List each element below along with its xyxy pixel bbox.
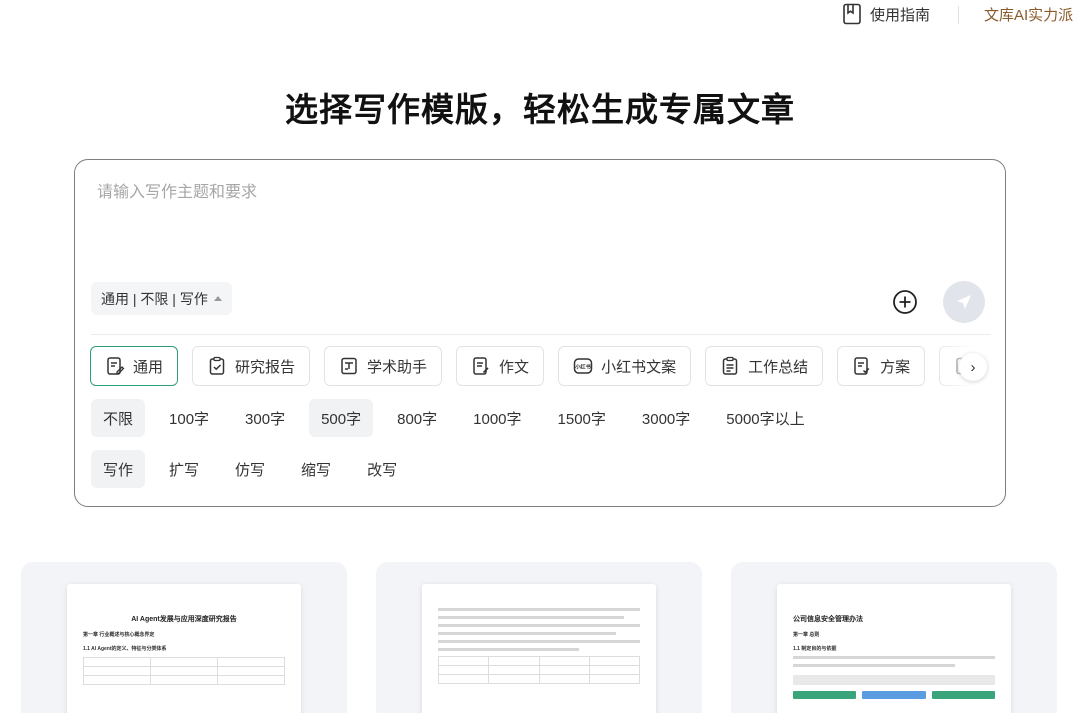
essay-icon [473, 357, 489, 375]
mode-selector[interactable]: 通用 | 不限 | 写作 [91, 282, 232, 315]
doc-section: 1.1 AI Agent的定义、特征与分类体系 [83, 646, 167, 652]
length-option[interactable]: 100字 [157, 399, 221, 437]
template-label: 学术助手 [367, 358, 428, 376]
template-tabs: 通用研究报告学术助手作文小红书小红书文案工作总结方案规章制度 [90, 346, 995, 387]
template-tab[interactable]: 研究报告 [192, 346, 311, 386]
top-bar: 使用指南 文库AI实力派 [0, 0, 1080, 30]
xiaohongshu-icon: 小红书 [573, 358, 593, 374]
length-option[interactable]: 300字 [233, 399, 297, 437]
length-options: 不限 100字 300字 500字 800字 1000字 1500字 3000字 5000字以上 [91, 399, 817, 437]
guide-link[interactable]: 使用指南 [842, 3, 930, 25]
page-title: 选择写作模版，轻松生成专属文章 [285, 91, 795, 128]
action-options: 写作 扩写 仿写 缩写 改写 [91, 450, 409, 488]
academic-icon [341, 357, 357, 375]
template-label: 作文 [499, 358, 530, 376]
clipboard-check-icon [209, 356, 225, 375]
doc-table [437, 656, 641, 684]
doc-preview: 公司信息安全管理办法 第一章 总则 1.1 制定目的与依据 [777, 584, 1011, 713]
book-icon [843, 3, 861, 25]
divider [91, 334, 991, 335]
plan-icon [854, 357, 870, 375]
doc-section: 1.1 制定目的与依据 [793, 646, 837, 652]
send-button[interactable] [943, 281, 985, 323]
doc-diagram-header [793, 675, 995, 685]
template-tab[interactable]: 通用 [90, 346, 179, 386]
template-tab[interactable]: 小红书 小红书文案 [558, 346, 692, 386]
doc-chapter: 第一章 行业概述与核心概念界定 [83, 632, 155, 638]
mode-summary: 通用 | 不限 | 写作 [101, 290, 208, 307]
action-option[interactable]: 扩写 [157, 450, 211, 488]
example-card-policy[interactable]: 公司信息安全管理办法 第一章 总则 1.1 制定目的与依据 [731, 562, 1057, 713]
length-option[interactable]: 800字 [385, 399, 449, 437]
doc-preview [422, 584, 656, 713]
template-tab[interactable]: 作文 [456, 346, 545, 386]
doc-title: 公司信息安全管理办法 [793, 616, 863, 623]
caret-up-icon [213, 295, 222, 301]
scroll-right-button[interactable]: › [959, 353, 987, 381]
doc-diagram [793, 691, 995, 699]
send-icon [957, 295, 971, 309]
add-attachment-button[interactable] [892, 289, 918, 315]
doc-title: AI Agent发展与应用深度研究报告 [131, 616, 237, 623]
action-option[interactable]: 仿写 [223, 450, 277, 488]
action-option[interactable]: 改写 [355, 450, 409, 488]
header-divider [958, 6, 959, 24]
template-label: 通用 [133, 358, 164, 376]
doc-table [83, 657, 285, 685]
template-label: 方案 [880, 358, 911, 376]
length-option[interactable]: 3000字 [630, 399, 702, 437]
example-card-report[interactable]: AI Agent发展与应用深度研究报告 第一章 行业概述与核心概念界定 1.1 … [21, 562, 347, 713]
action-option[interactable]: 写作 [91, 450, 146, 488]
length-option[interactable]: 500字 [309, 399, 374, 437]
doc-edit-icon [107, 357, 125, 375]
writing-panel: 请输入写作主题和要求 通用 | 不限 | 写作 通用 研究报告 学术助手 作文 小红书小… [74, 159, 1006, 507]
doc-text-lines [438, 608, 640, 651]
doc-preview: AI Agent发展与应用深度研究报告 第一章 行业概述与核心概念界定 1.1 … [67, 584, 301, 713]
svg-text:小红书: 小红书 [575, 363, 591, 371]
length-option[interactable]: 1500字 [546, 399, 618, 437]
template-label: 研究报告 [235, 358, 296, 376]
brand-link[interactable]: 文库AI实力派 [984, 4, 1073, 25]
template-tab[interactable]: 学术助手 [324, 346, 443, 386]
doc-chapter: 第一章 总则 [793, 632, 820, 638]
example-cards: AI Agent发展与应用深度研究报告 第一章 行业概述与核心概念界定 1.1 … [0, 562, 1080, 713]
length-option[interactable]: 1000字 [461, 399, 533, 437]
guide-label: 使用指南 [870, 6, 931, 24]
length-option[interactable]: 不限 [91, 399, 146, 437]
template-label: 小红书文案 [601, 358, 677, 376]
example-card-article[interactable] [376, 562, 702, 713]
template-label: 工作总结 [748, 358, 809, 376]
chevron-right-icon: › [970, 358, 976, 376]
topic-input[interactable]: 请输入写作主题和要求 [97, 178, 257, 202]
clipboard-list-icon [722, 356, 738, 375]
doc-text-lines [793, 656, 995, 667]
template-tab[interactable]: 工作总结 [705, 346, 824, 386]
action-option[interactable]: 缩写 [289, 450, 343, 488]
template-tab[interactable]: 方案 [837, 346, 926, 386]
length-option[interactable]: 5000字以上 [714, 399, 816, 437]
